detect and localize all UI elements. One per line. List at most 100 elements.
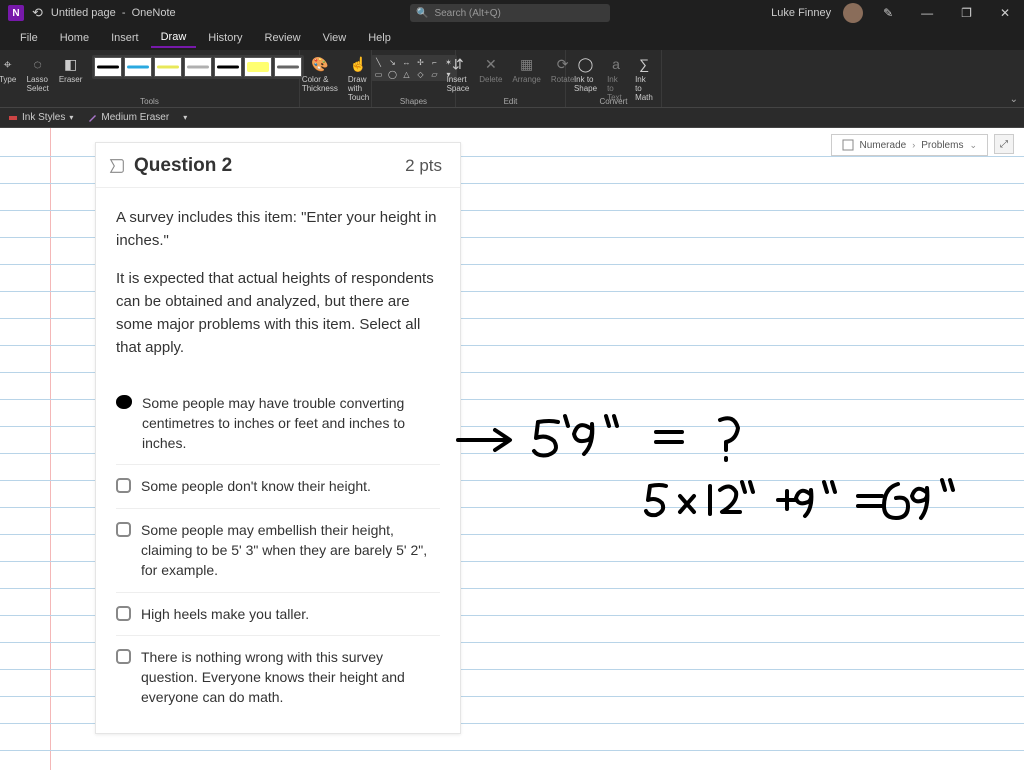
pen-swatch-2[interactable] — [154, 57, 182, 77]
pen-mode-icon[interactable]: ✎ — [875, 6, 901, 20]
eraser-icon: ◧ — [62, 55, 80, 73]
menu-home[interactable]: Home — [50, 29, 99, 47]
ribbon-group-label-convert: Convert — [566, 97, 661, 106]
option-checkbox[interactable] — [116, 522, 131, 537]
ink-styles-icon — [8, 113, 18, 123]
option-checkbox[interactable] — [116, 478, 131, 493]
pen-gallery[interactable] — [92, 55, 304, 79]
shape-ellipse-icon[interactable]: ◯ — [387, 69, 399, 79]
pen-swatch-3[interactable] — [184, 57, 212, 77]
breadcrumb[interactable]: Numerade › Problems ⌄ — [831, 134, 989, 156]
question-points: 2 pts — [405, 156, 442, 176]
ribbon-group-label-shapes: Shapes — [372, 97, 455, 106]
menu-history[interactable]: History — [198, 29, 252, 47]
onenote-app-icon: N — [8, 5, 24, 21]
close-button[interactable]: ✕ — [992, 6, 1018, 20]
option-row-4[interactable]: There is nothing wrong with this survey … — [116, 636, 440, 719]
insert-space-button[interactable]: ⇵ Insert Space — [443, 55, 474, 93]
eraser-button[interactable]: ◧ Eraser — [55, 55, 87, 84]
shape-line-icon[interactable]: ╲ — [373, 57, 385, 67]
touch-icon: ☝ — [350, 55, 368, 73]
insert-space-icon: ⇵ — [449, 55, 467, 73]
menu-file[interactable]: File — [10, 29, 48, 47]
lasso-select-button[interactable]: ◌ Lasso Select — [23, 55, 53, 93]
pen-swatch-5[interactable] — [244, 57, 272, 77]
options-list: Some people may have trouble converting … — [96, 382, 460, 733]
ink-to-text-button[interactable]: a Ink to Text — [603, 55, 629, 102]
option-row-3[interactable]: High heels make you taller. — [116, 593, 440, 636]
option-checkbox[interactable] — [116, 395, 132, 409]
chevron-down-icon: ⌄ — [969, 140, 977, 151]
menu-view[interactable]: View — [313, 29, 357, 47]
pen-swatch-1[interactable] — [124, 57, 152, 77]
user-name: Luke Finney — [771, 7, 831, 19]
option-checkbox[interactable] — [116, 606, 131, 621]
palette-icon: 🎨 — [311, 55, 329, 73]
pen-swatch-0[interactable] — [94, 57, 122, 77]
menu-help[interactable]: Help — [358, 29, 401, 47]
back-icon[interactable]: ⟲ — [32, 5, 43, 21]
arrange-button[interactable]: ▦ Arrange — [508, 55, 544, 93]
ribbon-group-ink-opts: 🎨 Color & Thickness ☝ Draw with Touch — [300, 50, 372, 107]
shape-cross-arrow-icon[interactable]: ✢ — [415, 57, 427, 67]
ribbon-group-edit: ⇵ Insert Space ✕ Delete ▦ Arrange ⟳ Rota… — [456, 50, 566, 107]
medium-eraser-dropdown[interactable]: Medium Eraser — [87, 112, 169, 123]
expand-navigation-button[interactable]: ⤢ — [994, 134, 1014, 154]
option-text: Some people may embellish their height, … — [141, 520, 440, 581]
option-text: Some people may have trouble converting … — [142, 393, 440, 454]
ribbon-group-label-edit: Edit — [456, 97, 565, 106]
delete-button[interactable]: ✕ Delete — [475, 55, 506, 93]
lasso-icon: ◌ — [29, 55, 47, 73]
ribbon-collapse-button[interactable]: ⌄ — [1010, 94, 1018, 105]
menu-bar: FileHomeInsertDrawHistoryReviewViewHelp — [0, 26, 1024, 50]
color-thickness-button[interactable]: 🎨 Color & Thickness — [298, 55, 342, 102]
option-text: Some people don't know their height. — [141, 476, 371, 496]
arrange-icon: ▦ — [518, 55, 536, 73]
title-bar: N ⟲ Untitled page - OneNote 🔍 Search (Al… — [0, 0, 1024, 26]
sub-toolbar: Ink Styles▾ Medium Eraser ▾ — [0, 108, 1024, 128]
question-card: Question 2 2 pts A survey includes this … — [95, 142, 461, 734]
pen-swatch-4[interactable] — [214, 57, 242, 77]
ink-to-shape-button[interactable]: ◯ Ink to Shape — [570, 55, 601, 102]
medium-eraser-icon — [87, 113, 97, 123]
shape-diamond-icon[interactable]: ◇ — [415, 69, 427, 79]
option-row-2[interactable]: Some people may embellish their height, … — [116, 509, 440, 593]
avatar[interactable] — [843, 3, 863, 23]
option-text: High heels make you taller. — [141, 604, 309, 624]
draw-with-touch-button[interactable]: ☝ Draw with Touch — [344, 55, 373, 102]
option-text: There is nothing wrong with this survey … — [141, 647, 440, 708]
section-icon — [842, 139, 854, 151]
ribbon-group-label-tools: Tools — [0, 97, 299, 106]
ribbon: ⌖ Type ◌ Lasso Select ◧ Eraser Tools 🎨 C… — [0, 50, 1024, 108]
chevron-right-icon: › — [912, 140, 915, 150]
option-row-1[interactable]: Some people don't know their height. — [116, 465, 440, 508]
shape-arrow-icon[interactable]: ↘ — [387, 57, 399, 67]
breadcrumb-section: Numerade — [860, 140, 907, 151]
option-row-0[interactable]: Some people may have trouble converting … — [116, 382, 440, 466]
rule-line — [0, 750, 1024, 751]
breadcrumb-page: Problems — [921, 140, 963, 151]
menu-review[interactable]: Review — [255, 29, 311, 47]
ink-to-text-icon: a — [607, 55, 625, 73]
menu-draw[interactable]: Draw — [151, 28, 197, 48]
page-title: Untitled page - OneNote — [51, 7, 176, 19]
shape-axis-icon[interactable]: ⌐ — [429, 57, 441, 67]
ink-to-math-icon: ∑ — [635, 55, 653, 73]
shape-rect-icon[interactable]: ▭ — [373, 69, 385, 79]
search-input[interactable]: 🔍 Search (Alt+Q) — [410, 4, 610, 22]
shape-triangle-icon[interactable]: △ — [401, 69, 413, 79]
ink-to-math-button[interactable]: ∑ Ink to Math — [631, 55, 657, 102]
menu-insert[interactable]: Insert — [101, 29, 149, 47]
shape-double-arrow-icon[interactable]: ↔ — [401, 57, 413, 67]
restore-button[interactable]: ❐ — [953, 6, 980, 20]
ink-styles-dropdown[interactable]: Ink Styles▾ — [8, 112, 73, 123]
minimize-button[interactable]: — — [913, 6, 941, 20]
type-tool-button[interactable]: ⌖ Type — [0, 55, 21, 84]
question-prompt-1: A survey includes this item: "Enter your… — [116, 206, 440, 253]
ink-to-shape-icon: ◯ — [577, 55, 595, 73]
question-prompt-2: It is expected that actual heights of re… — [116, 267, 440, 360]
bookmark-icon — [108, 157, 126, 175]
option-checkbox[interactable] — [116, 649, 131, 664]
shape-parallelogram-icon[interactable]: ▱ — [429, 69, 441, 79]
sub-toolbar-overflow[interactable]: ▾ — [183, 113, 187, 122]
